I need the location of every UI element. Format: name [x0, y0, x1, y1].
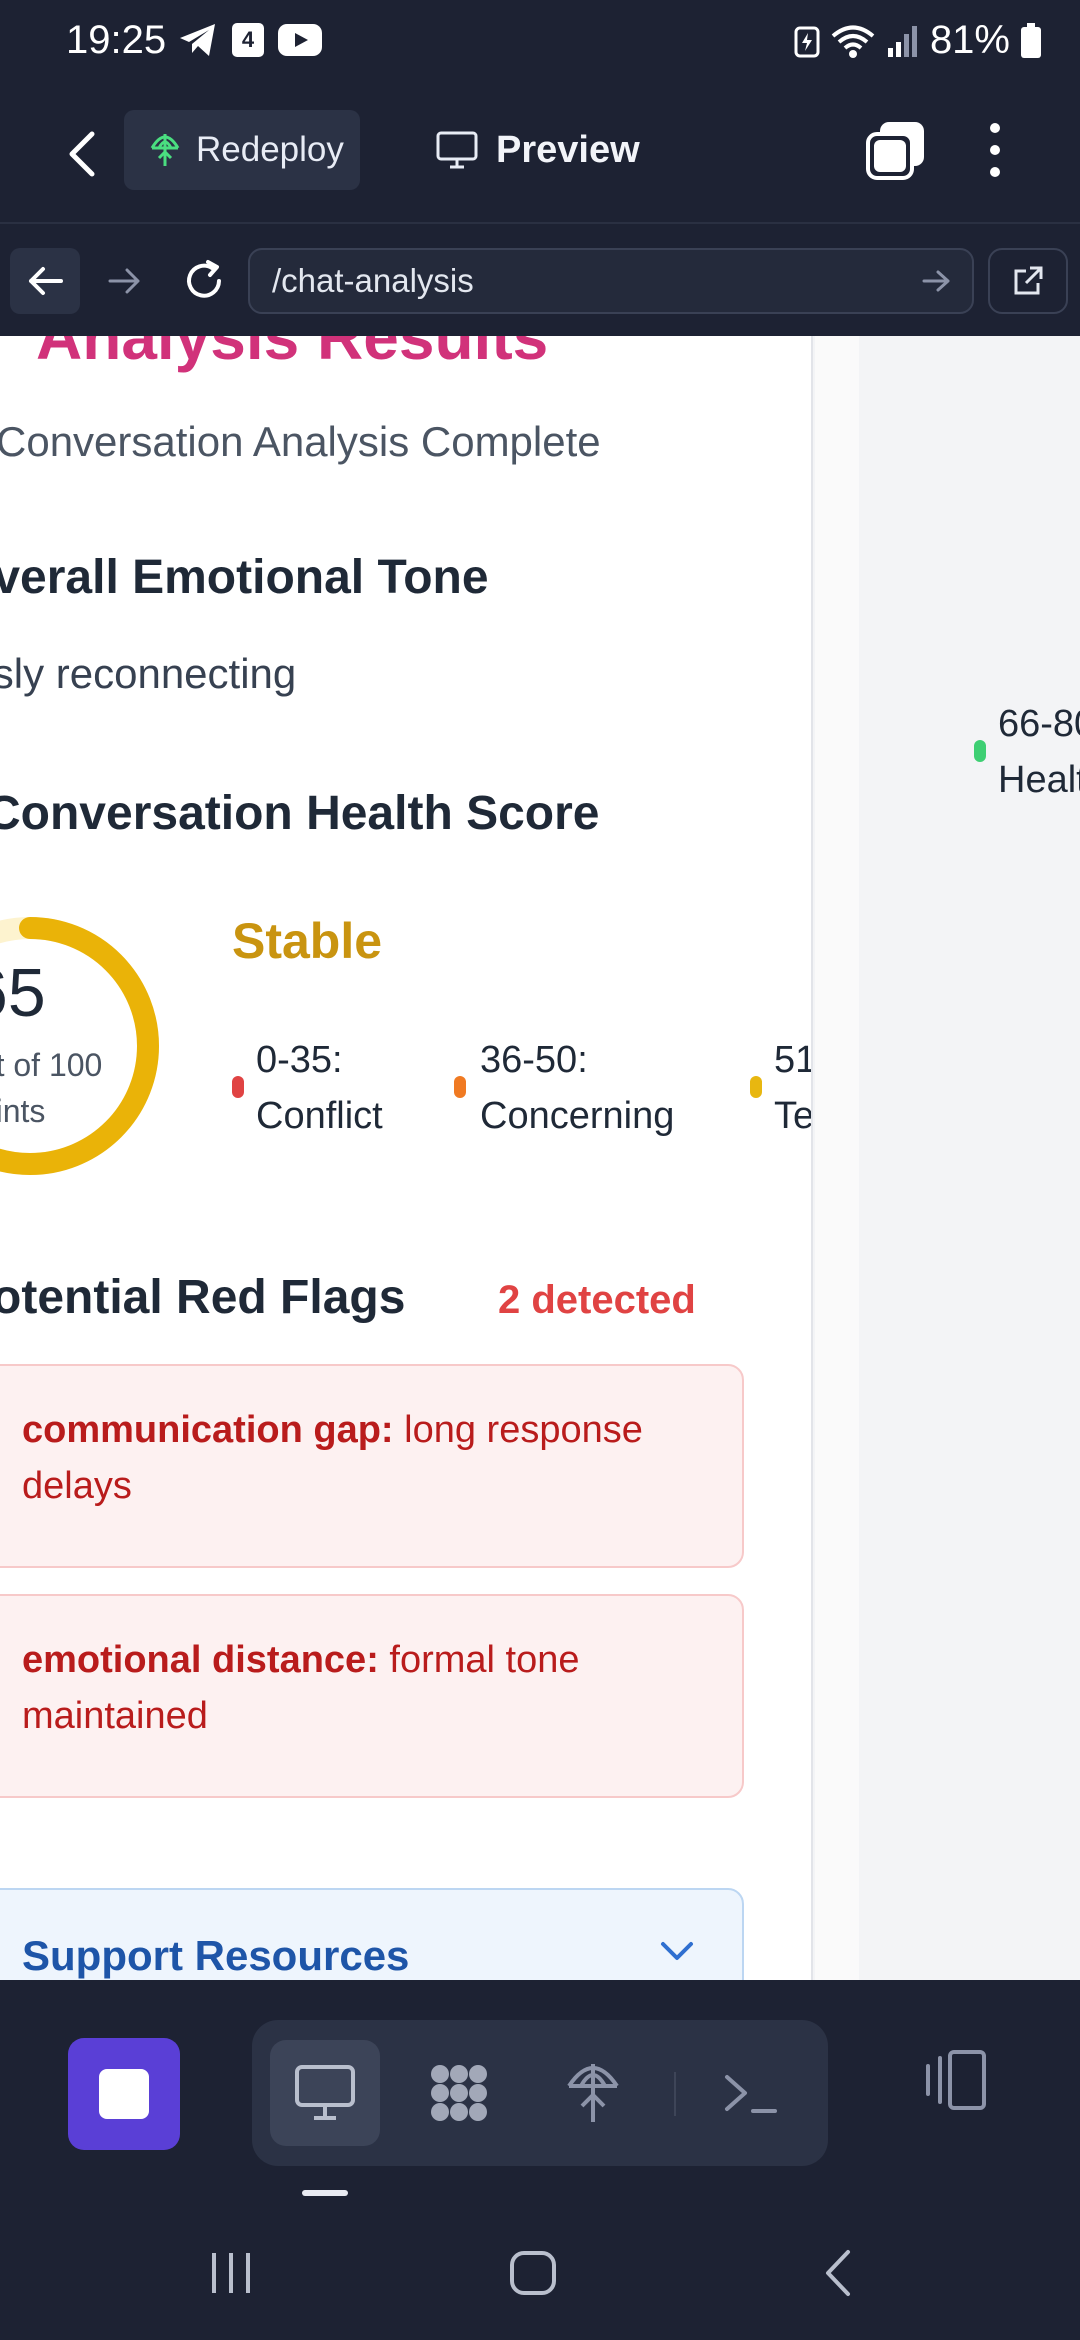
health-status: Stable [232, 913, 383, 969]
page-subtitle: Conversation Analysis Complete [0, 418, 601, 465]
page-title: Analysis Results [36, 336, 549, 373]
system-navigation-bar [0, 2200, 1080, 2340]
legend-range: 0-35: [256, 1039, 343, 1081]
monitor-icon [295, 2065, 355, 2120]
legend-range: 51-65: [774, 1039, 811, 1081]
more-options-icon[interactable] [980, 120, 1010, 180]
web-preview[interactable]: Analysis Results Conversation Analysis C… [0, 336, 1080, 1980]
battery-saver-icon [794, 26, 820, 57]
tool-deploy[interactable] [538, 2040, 648, 2146]
system-back-icon[interactable] [818, 2248, 858, 2298]
preview-tab[interactable]: Preview [436, 110, 640, 190]
stop-button[interactable] [68, 2038, 180, 2150]
legend-item-concerning: 36-50: Concerning [480, 1032, 674, 1144]
legend-item-healthy: 66-80: Healthy [998, 696, 1080, 808]
legend-range: 66-80: [998, 703, 1080, 745]
open-external-button[interactable] [988, 248, 1068, 314]
support-resources-title: Support Resources [22, 1932, 410, 1979]
back-arrow-icon[interactable] [58, 124, 104, 184]
external-link-icon [1014, 266, 1043, 295]
tabs-icon[interactable] [866, 120, 926, 180]
legend-label: Concerning [480, 1095, 675, 1137]
reload-button[interactable] [176, 248, 232, 314]
notification-icons: 4 [178, 22, 322, 58]
stop-icon [99, 2069, 149, 2119]
device-toggle-icon[interactable] [920, 2044, 992, 2116]
legend-dot-conflict [232, 1076, 244, 1098]
deploy-icon [567, 2064, 619, 2122]
system-status-icons: 81% [794, 18, 1042, 63]
tone-value: Cautiously reconnecting [0, 650, 297, 697]
arrow-right-icon [108, 268, 140, 294]
health-score-unit: points [0, 1093, 46, 1129]
health-score-caption: out of 100 points [0, 1042, 102, 1134]
workspace-tools [252, 2020, 828, 2166]
url-text: /chat-analysis [272, 262, 474, 299]
bottom-toolbar [0, 1980, 1080, 2200]
redeploy-button[interactable]: Redeploy [124, 110, 360, 190]
calendar-icon: 4 [232, 23, 264, 57]
tool-shell[interactable] [696, 2040, 806, 2146]
monitor-icon [436, 131, 478, 169]
nav-forward-button[interactable] [100, 248, 150, 314]
flags-heading: Potential Red Flags [0, 1271, 406, 1324]
red-flag-card: communication gap: long response delays [0, 1364, 744, 1568]
legend-range: 36-50: [480, 1039, 588, 1081]
recent-apps-icon[interactable] [206, 2248, 256, 2298]
agent-icon [431, 2065, 487, 2121]
arrow-left-icon [29, 267, 63, 295]
health-score-value: 65 [0, 955, 46, 1031]
terminal-icon [725, 2075, 777, 2113]
legend-dot-healthy [974, 740, 986, 762]
nav-back-button[interactable] [10, 248, 80, 314]
battery-percent: 81% [929, 18, 1010, 62]
telegram-icon [180, 24, 215, 56]
preview-label: Preview [496, 128, 640, 171]
legend-label: Healthy [998, 759, 1080, 801]
deploy-icon [150, 134, 180, 166]
battery-icon [1021, 22, 1041, 58]
legend-item-tension: 51-65: Tension [774, 1032, 813, 1144]
chevron-down-icon [661, 1942, 693, 1960]
go-arrow-icon[interactable] [922, 266, 952, 296]
red-flag-card: emotional distance: formal tone maintain… [0, 1594, 744, 1798]
status-bar: 19:25 4 81% [0, 0, 1080, 84]
youtube-icon [278, 24, 322, 56]
flag-category: emotional distance: [22, 1639, 379, 1681]
tool-agent[interactable] [404, 2040, 514, 2146]
tool-divider [674, 2072, 676, 2116]
legend-label: Conflict [256, 1095, 383, 1137]
analysis-page: Analysis Results Conversation Analysis C… [0, 336, 813, 1980]
app-toolbar: Redeploy Preview [0, 84, 1080, 222]
wifi-icon [831, 25, 875, 58]
preview-gutter [815, 336, 859, 1980]
health-heading: Conversation Health Score [0, 787, 600, 840]
support-resources-accordion[interactable]: Support Resources [0, 1888, 744, 1980]
flag-category: communication gap: [22, 1409, 394, 1451]
health-score-sub: out of 100 [0, 1047, 103, 1083]
redeploy-label: Redeploy [196, 130, 344, 169]
tone-heading: Overall Emotional Tone [0, 551, 489, 604]
active-tab-indicator [302, 2190, 348, 2196]
status-time: 19:25 [66, 18, 167, 62]
signal-icon [887, 25, 917, 57]
tool-preview[interactable] [270, 2040, 380, 2146]
legend-label: Tension [774, 1095, 813, 1137]
legend-dot-concerning [454, 1076, 466, 1098]
reload-icon [187, 260, 221, 298]
legend-dot-tension [750, 1076, 762, 1098]
home-icon[interactable] [508, 2248, 558, 2298]
browser-url-bar: /chat-analysis [0, 222, 1080, 336]
flags-count-badge: 2 detected [498, 1278, 696, 1322]
url-input[interactable]: /chat-analysis [248, 248, 974, 314]
legend-item-conflict: 0-35: Conflict [256, 1032, 383, 1144]
